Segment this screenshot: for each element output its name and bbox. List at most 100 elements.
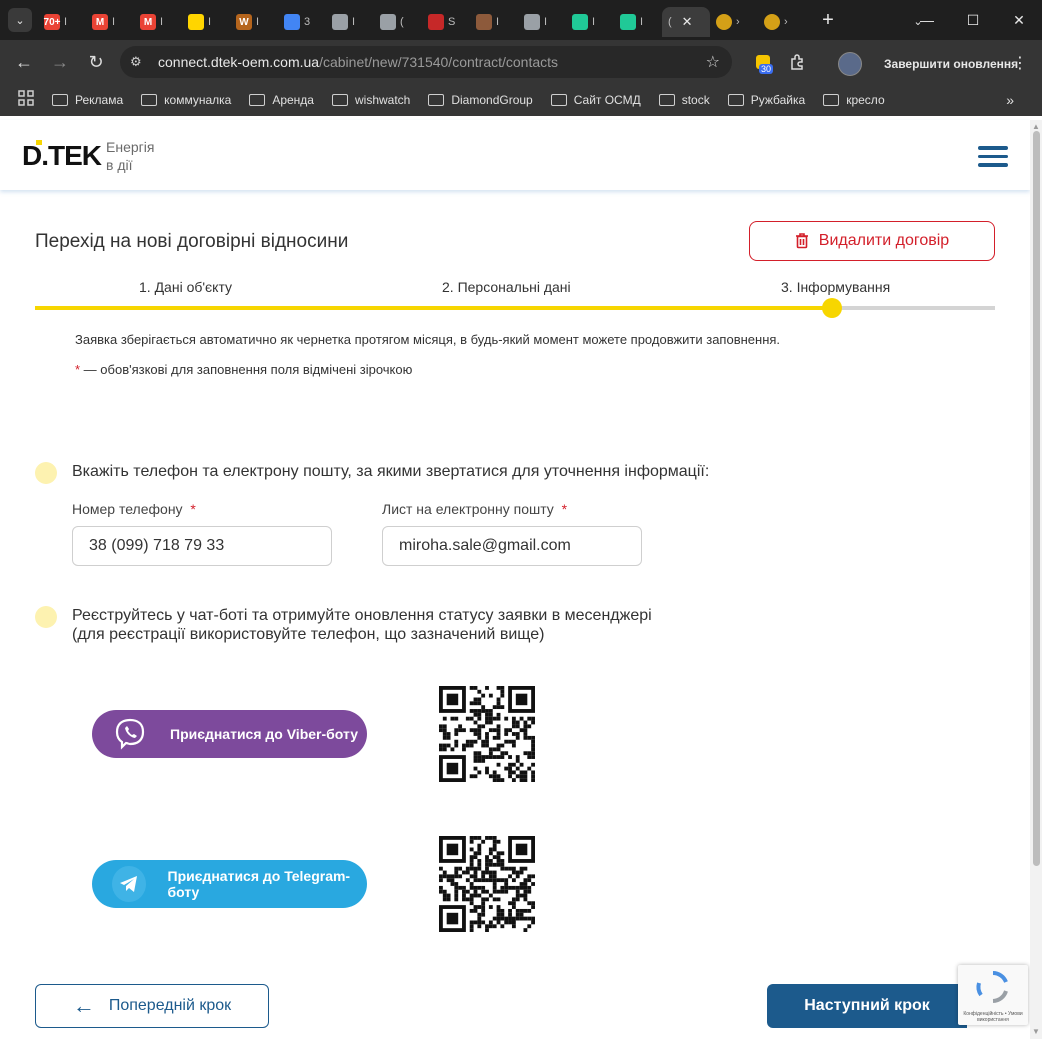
- bookmark-label: DiamondGroup: [451, 93, 533, 107]
- tab[interactable]: ›: [758, 7, 806, 37]
- folder-icon: [428, 94, 445, 106]
- tab[interactable]: I: [182, 7, 230, 37]
- bookmark-folder[interactable]: Сайт ОСМД: [550, 93, 641, 107]
- tab-title: I: [112, 16, 116, 28]
- folder-icon: [249, 94, 266, 106]
- forward-arrow-icon[interactable]: →: [42, 44, 78, 80]
- active-tab[interactable]: ( ✕: [662, 7, 710, 37]
- bookmark-folder[interactable]: wishwatch: [331, 93, 410, 107]
- hamburger-menu-icon[interactable]: [978, 146, 1008, 167]
- maximize-icon[interactable]: ☐: [950, 0, 996, 40]
- bookmark-folder[interactable]: DiamondGroup: [428, 93, 533, 107]
- bookmark-label: кресло: [846, 93, 885, 107]
- bookmark-star-icon[interactable]: ☆: [706, 52, 720, 72]
- bookmark-label: коммуналка: [164, 93, 232, 107]
- tab-title: I: [256, 16, 260, 28]
- tab[interactable]: I: [566, 7, 614, 37]
- bookmark-folder[interactable]: Ружбайка: [727, 93, 806, 107]
- tab-favicon-icon: W: [236, 14, 252, 30]
- scrollbar-thumb[interactable]: [1033, 131, 1040, 866]
- step-personal-data: 2. Персональні дані: [442, 279, 571, 295]
- recaptcha-badge[interactable]: Конфіденційність • Умови використання: [958, 965, 1028, 1025]
- profile-avatar[interactable]: [838, 52, 862, 76]
- url-path: /cabinet/new/731540/contract/contacts: [319, 54, 559, 70]
- tab[interactable]: I: [518, 7, 566, 37]
- tab-favicon-icon: [284, 14, 300, 30]
- delete-contract-button[interactable]: Видалити договір: [749, 221, 995, 261]
- bookmark-label: Аренда: [272, 93, 314, 107]
- active-tab-title: (: [668, 16, 672, 28]
- tab[interactable]: ›: [710, 7, 758, 37]
- bookmark-folder[interactable]: Реклама: [52, 93, 123, 107]
- email-value: miroha.sale@gmail.com: [399, 537, 571, 554]
- join-viber-bot-button[interactable]: Приєднатися до Viber-боту: [92, 710, 367, 758]
- browser-menu-icon[interactable]: ⋮: [1012, 53, 1028, 73]
- bookmark-label: stock: [681, 93, 710, 107]
- close-window-icon[interactable]: ✕: [996, 0, 1042, 40]
- tab[interactable]: I: [470, 7, 518, 37]
- tab[interactable]: I: [326, 7, 374, 37]
- phone-input[interactable]: 38 (099) 718 79 33: [72, 526, 332, 566]
- recaptcha-links[interactable]: Конфіденційність • Умови використання: [960, 1011, 1026, 1023]
- tab[interactable]: I: [614, 7, 662, 37]
- finish-update-button[interactable]: Завершити оновлення: [874, 49, 1026, 79]
- bot-instructions: Реєструйтесь у чат-боті та отримуйте оно…: [72, 606, 652, 644]
- tab[interactable]: S: [422, 7, 470, 37]
- tab-favicon-icon: [572, 14, 588, 30]
- tab-favicon-icon: [476, 14, 492, 30]
- apps-grid-icon[interactable]: [18, 89, 34, 111]
- tab-favicon-icon: [188, 14, 204, 30]
- previous-step-button[interactable]: ← Попередній крок: [35, 984, 269, 1028]
- tab-title: I: [64, 16, 68, 28]
- bookmark-folder[interactable]: stock: [658, 93, 710, 107]
- more-bookmarks-icon[interactable]: »: [1006, 92, 1014, 108]
- tab[interactable]: (: [374, 7, 422, 37]
- reload-icon[interactable]: ↻: [78, 44, 114, 80]
- next-step-button[interactable]: Наступний крок: [767, 984, 967, 1028]
- bookmark-folder[interactable]: кресло: [823, 93, 885, 107]
- viber-qr-code[interactable]: [439, 686, 535, 782]
- tab-title: S: [448, 16, 456, 28]
- bookmark-label: Ружбайка: [750, 93, 806, 107]
- bookmark-folder[interactable]: Аренда: [249, 93, 314, 107]
- folder-icon: [823, 94, 840, 106]
- tab-title: I: [640, 16, 644, 28]
- tab-title: I: [544, 16, 548, 28]
- site-info-icon[interactable]: ⚙: [130, 54, 152, 70]
- dtek-logo[interactable]: D.TEK: [22, 140, 102, 170]
- tab-search-chevron-down-icon[interactable]: ⌄: [8, 8, 32, 32]
- scroll-down-arrow-icon[interactable]: ▼: [1032, 1027, 1040, 1036]
- tagline-line2: в дії: [106, 157, 133, 173]
- tab[interactable]: MI: [134, 7, 182, 37]
- back-arrow-icon[interactable]: ←: [6, 44, 42, 80]
- viber-icon: [112, 716, 148, 752]
- scroll-up-arrow-icon[interactable]: ▲: [1032, 122, 1040, 131]
- previous-step-label: Попередній крок: [108, 997, 232, 1014]
- bookmark-folder[interactable]: коммуналка: [141, 93, 231, 107]
- next-step-label: Наступний крок: [804, 997, 930, 1014]
- required-note-text: — обов'язкові для заповнення поля відміч…: [80, 362, 413, 377]
- progress-track: [35, 298, 995, 318]
- section-bullet: [35, 462, 57, 484]
- tab-title: I: [352, 16, 356, 28]
- tab[interactable]: 3: [278, 7, 326, 37]
- telegram-qr-code[interactable]: [439, 836, 535, 932]
- site-header: D.TEK Енергія в дії: [0, 120, 1030, 190]
- new-tab-plus-icon[interactable]: +: [816, 9, 840, 32]
- email-input[interactable]: miroha.sale@gmail.com: [382, 526, 642, 566]
- close-tab-icon[interactable]: ✕: [682, 14, 693, 30]
- page-title: Перехід на нові договірні відносини: [35, 231, 349, 252]
- tab-favicon-icon: [716, 14, 732, 30]
- required-star: *: [561, 501, 568, 517]
- progress-fill: [35, 306, 832, 310]
- tab[interactable]: 70+ I: [38, 7, 86, 37]
- browser-tab-bar: ⌄ 70+ I M I M I I W I 3 I(S I I I I ( ✕ › › + ⌄ — ☐ ✕: [0, 0, 1042, 40]
- join-telegram-bot-button[interactable]: Приєднатися до Telegram-боту: [92, 860, 367, 908]
- autosave-note: Заявка зберігається автоматично як черне…: [75, 332, 781, 347]
- extensions-puzzle-icon[interactable]: [786, 50, 810, 74]
- tab-title: I: [496, 16, 500, 28]
- address-bar[interactable]: ⚙ connect.dtek-oem.com.ua/cabinet/new/73…: [120, 46, 732, 78]
- tab[interactable]: WI: [230, 7, 278, 37]
- minimize-icon[interactable]: —: [904, 0, 950, 40]
- tab[interactable]: MI: [86, 7, 134, 37]
